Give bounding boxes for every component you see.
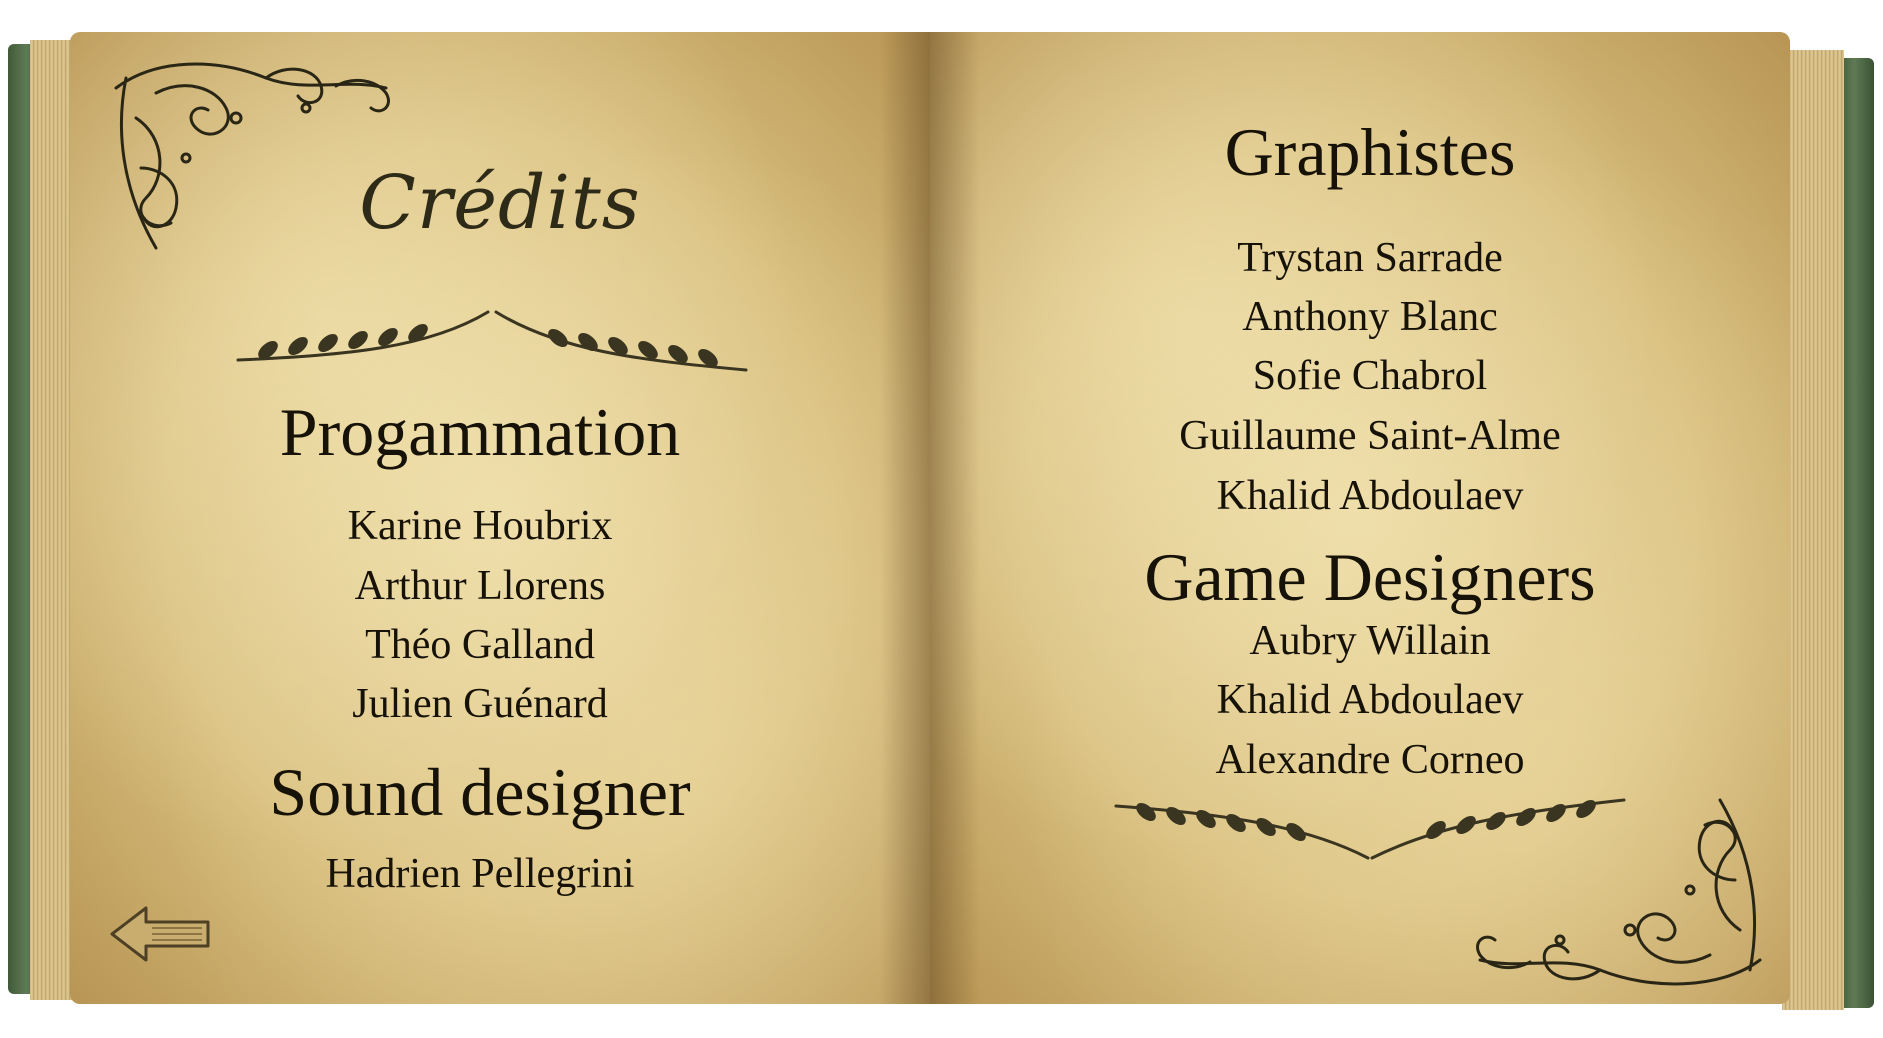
programming-section: Progammation Karine Houbrix Arthur Llore… — [200, 0, 760, 1038]
credit-name: Guillaume Saint-Alme — [1179, 413, 1561, 459]
credit-name: Théo Galland — [365, 622, 595, 668]
page-edges-right — [1782, 50, 1844, 1010]
book-gutter — [880, 32, 980, 1004]
credit-name: Karine Houbrix — [347, 503, 613, 549]
credit-name: Trystan Sarrade — [1237, 235, 1503, 281]
credit-name: Sofie Chabrol — [1252, 353, 1488, 399]
credit-name: Anthony Blanc — [1242, 294, 1498, 340]
game-design-heading: Game Designers — [1144, 539, 1596, 615]
back-button[interactable] — [108, 904, 212, 964]
credit-name: Khalid Abdoulaev — [1216, 473, 1524, 519]
sound-heading: Sound designer — [269, 754, 691, 830]
credit-name: Aubry Willain — [1249, 618, 1491, 664]
credit-name: Khalid Abdoulaev — [1216, 677, 1524, 723]
credit-name: Hadrien Pellegrini — [325, 851, 635, 897]
graphics-heading: Graphistes — [1224, 114, 1516, 190]
graphics-section: Graphistes Trystan Sarrade Anthony Blanc… — [1070, 0, 1670, 1038]
programming-heading: Progammation — [279, 394, 681, 470]
left-arrow-icon — [110, 906, 210, 962]
credit-name: Arthur Llorens — [354, 563, 606, 609]
credit-name: Julien Guénard — [352, 681, 608, 727]
credit-name: Alexandre Corneo — [1215, 737, 1525, 783]
